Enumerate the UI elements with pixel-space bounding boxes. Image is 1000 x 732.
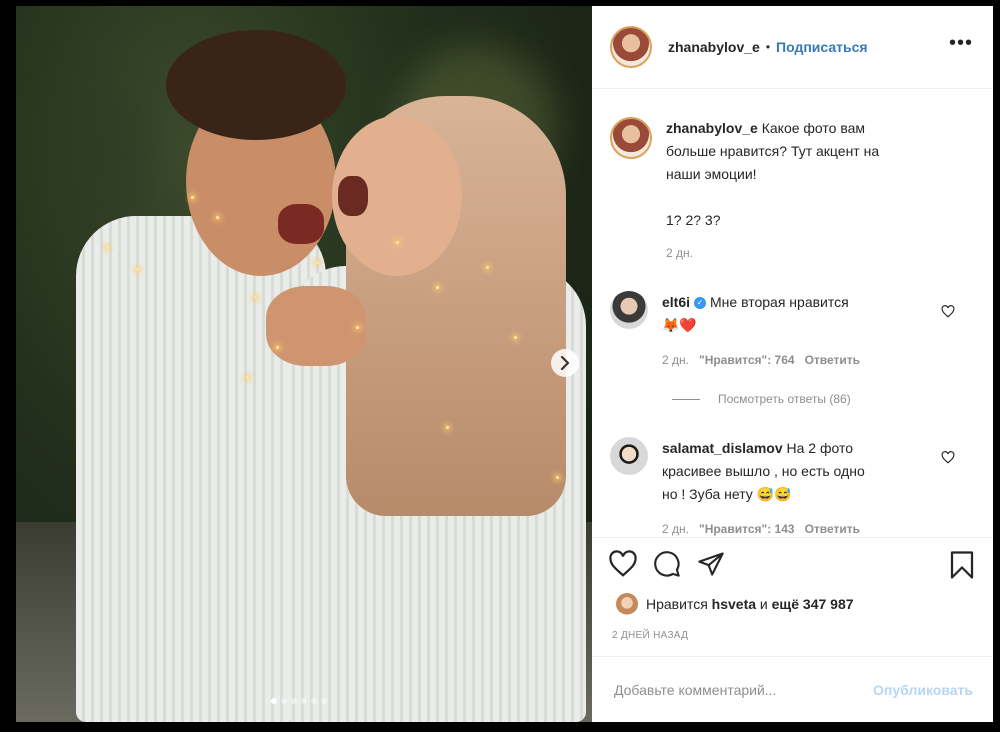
bookmark-icon xyxy=(950,551,974,579)
author-avatar[interactable] xyxy=(610,26,652,68)
liker-username[interactable]: hsveta xyxy=(712,596,756,612)
post-header: zhanabylov_e • Подписаться ••• xyxy=(592,6,993,89)
commenter-avatar[interactable] xyxy=(610,291,648,329)
comment-text-2: красивее вышло , но есть одно xyxy=(662,463,865,479)
comment-time: 2 дн. xyxy=(662,522,689,536)
caption-time: 2 дн. xyxy=(666,246,693,260)
comment-time: 2 дн. xyxy=(662,353,689,367)
carousel-indicator xyxy=(271,698,327,704)
comment-input[interactable] xyxy=(612,681,856,699)
post-photo[interactable] xyxy=(16,6,592,722)
liker-avatar xyxy=(616,593,638,615)
separator-dot: • xyxy=(765,40,771,54)
comment-emoji: 🦊❤️ xyxy=(662,317,697,333)
comment-likes[interactable]: "Нравится": 143 xyxy=(699,522,795,536)
more-icon[interactable]: ••• xyxy=(949,33,973,53)
chevron-right-icon xyxy=(560,356,570,370)
carousel-dot xyxy=(301,698,307,704)
caption-text-1: Какое фото вам xyxy=(761,120,866,136)
comment-username[interactable]: elt6i xyxy=(662,294,690,310)
add-comment-bar: Опубликовать xyxy=(592,656,993,723)
comments-list[interactable]: zhanabylov_e Какое фото вам больше нрави… xyxy=(592,89,993,537)
carousel-dot xyxy=(291,698,297,704)
comment-item: elt6i ✓ Мне вторая нравится 🦊❤️ 2 дн. "Нра… xyxy=(610,291,932,372)
likes-conjunction: и xyxy=(759,596,768,612)
bookmark-button[interactable] xyxy=(949,550,975,580)
reply-button[interactable]: Ответить xyxy=(805,522,860,536)
commenter-avatar[interactable] xyxy=(610,437,648,475)
caption-text-4: 1? 2? 3? xyxy=(666,212,721,228)
heart-icon[interactable] xyxy=(941,451,955,464)
carousel-dot xyxy=(321,698,327,704)
comment-likes[interactable]: "Нравится": 764 xyxy=(699,353,795,367)
comment-text: На 2 фото xyxy=(786,440,854,456)
caption: zhanabylov_e Какое фото вам больше нрави… xyxy=(610,117,936,265)
follow-button[interactable]: Подписаться xyxy=(776,39,868,55)
caption-username[interactable]: zhanabylov_e xyxy=(666,120,758,136)
reply-button[interactable]: Ответить xyxy=(805,353,860,367)
comment-text-3: но ! Зуба нету 😅😅 xyxy=(662,486,792,502)
likes-prefix: Нравится xyxy=(646,596,708,612)
caption-text-2: больше нравится? Тут акцент на xyxy=(666,143,880,159)
carousel-dot xyxy=(311,698,317,704)
caption-text-3: наши эмоции! xyxy=(666,166,757,182)
carousel-dot xyxy=(281,698,287,704)
post-date: 2 ДНЕЙ НАЗАД xyxy=(612,630,689,641)
likes-summary[interactable]: Нравится hsveta и ещё 347 987 xyxy=(616,593,854,615)
publish-button[interactable]: Опубликовать xyxy=(873,682,973,698)
comment-icon[interactable] xyxy=(652,550,682,578)
heart-icon[interactable] xyxy=(941,305,955,318)
view-replies-label: Посмотреть ответы (86) xyxy=(718,392,851,406)
carousel-dot xyxy=(271,698,277,704)
post-side-panel: zhanabylov_e • Подписаться ••• zhanabylo… xyxy=(592,6,993,722)
heart-icon[interactable] xyxy=(608,550,638,578)
author-username[interactable]: zhanabylov_e xyxy=(668,39,760,55)
likes-count[interactable]: ещё 347 987 xyxy=(772,596,854,612)
next-slide-button[interactable] xyxy=(551,349,579,377)
share-icon[interactable] xyxy=(696,550,726,578)
comment-username[interactable]: salamat_dislamov xyxy=(662,440,783,456)
comment-text: Мне вторая нравится xyxy=(710,294,849,310)
comment-item: salamat_dislamov На 2 фото красивее вышл… xyxy=(610,437,932,537)
view-replies-button[interactable]: Посмотреть ответы (86) xyxy=(672,392,851,406)
post-window: zhanabylov_e • Подписаться ••• zhanabylo… xyxy=(16,6,993,722)
verified-icon: ✓ xyxy=(694,297,707,310)
caption-avatar[interactable] xyxy=(610,117,652,159)
